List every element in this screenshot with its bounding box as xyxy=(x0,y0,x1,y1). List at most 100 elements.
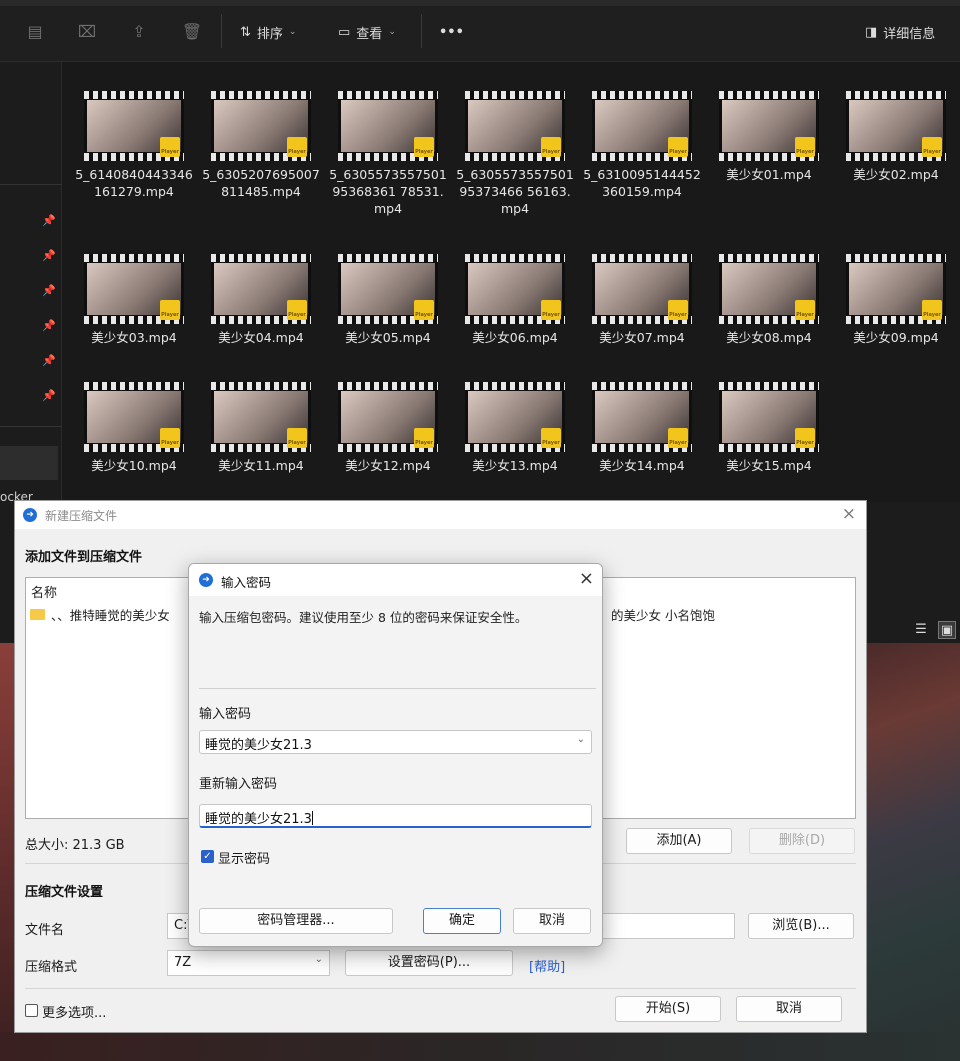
video-thumbnail[interactable]: Player xyxy=(338,382,438,452)
file-name[interactable]: 5_6310095144452360159.mp4 xyxy=(582,166,702,200)
video-thumbnail[interactable]: Player xyxy=(84,91,184,161)
close-icon[interactable]: × xyxy=(842,504,856,524)
app-logo-icon: ➜ xyxy=(23,508,37,522)
video-thumbnail[interactable]: Player xyxy=(846,254,946,324)
confirm-password-input[interactable]: 睡觉的美少女21.3 xyxy=(199,804,592,828)
ok-button[interactable]: 确定 xyxy=(423,908,501,934)
video-thumbnail[interactable]: Player xyxy=(592,382,692,452)
password-input[interactable]: 睡觉的美少女21.3 ⌄ xyxy=(199,730,592,754)
film-perforation xyxy=(592,91,692,99)
desktop-wallpaper-bottom xyxy=(0,1032,960,1061)
video-thumbnail[interactable]: Player xyxy=(592,254,692,324)
desktop-wallpaper xyxy=(860,643,960,1061)
rename-icon[interactable]: ⌧ xyxy=(76,21,98,43)
format-select[interactable]: 7Z ⌄ xyxy=(167,950,330,976)
more-options-label[interactable]: 更多选项... xyxy=(42,1002,106,1021)
password-description: 输入压缩包密码。建议使用至少 8 位的密码来保证安全性。 xyxy=(199,610,528,625)
video-thumbnail[interactable]: Player xyxy=(211,254,311,324)
player-badge-icon: Player xyxy=(414,300,434,320)
video-thumbnail[interactable]: Player xyxy=(84,254,184,324)
file-name[interactable]: 美少女11.mp4 xyxy=(201,457,321,474)
format-value: 7Z xyxy=(174,955,192,970)
paste-icon[interactable]: ▤ xyxy=(24,21,46,43)
video-thumbnail[interactable]: Player xyxy=(338,91,438,161)
add-button[interactable]: 添加(A) xyxy=(626,828,732,854)
more-options-checkbox[interactable] xyxy=(25,1004,38,1017)
chevron-down-icon[interactable]: ⌄ xyxy=(577,734,585,745)
list-item[interactable]: 、、推特睡觉的美少女 xyxy=(30,605,170,624)
video-thumbnail[interactable]: Player xyxy=(211,382,311,452)
cancel-button[interactable]: 取消 xyxy=(513,908,591,934)
file-name[interactable]: 美少女04.mp4 xyxy=(201,329,321,346)
pin-icon[interactable]: 📌 xyxy=(42,354,56,367)
file-name[interactable]: 美少女14.mp4 xyxy=(582,457,702,474)
pin-icon[interactable]: 📌 xyxy=(42,214,56,227)
video-thumbnail[interactable]: Player xyxy=(592,91,692,161)
more-button[interactable]: ••• xyxy=(439,18,464,46)
file-name[interactable]: 美少女13.mp4 xyxy=(455,457,575,474)
file-name[interactable]: 5_630557355750195373466 56163.mp4 xyxy=(455,166,575,217)
password-manager-button[interactable]: 密码管理器... xyxy=(199,908,393,934)
video-thumbnail[interactable]: Player xyxy=(465,382,565,452)
film-perforation xyxy=(719,91,819,99)
file-name[interactable]: 5_630557355750195368361 78531.mp4 xyxy=(328,166,448,217)
show-password-checkbox[interactable]: ✓ xyxy=(201,850,214,863)
file-name[interactable]: 美少女15.mp4 xyxy=(709,457,829,474)
file-name[interactable]: 美少女07.mp4 xyxy=(582,329,702,346)
file-name[interactable]: 美少女12.mp4 xyxy=(328,457,448,474)
close-icon[interactable]: × xyxy=(579,568,594,589)
pin-icon[interactable]: 📌 xyxy=(42,389,56,402)
video-thumbnail[interactable]: Player xyxy=(211,91,311,161)
desktop-wallpaper-left xyxy=(0,643,14,1061)
file-name[interactable]: 美少女02.mp4 xyxy=(836,166,956,183)
player-badge-icon: Player xyxy=(287,137,307,157)
sidebar-divider xyxy=(0,426,62,427)
film-perforation xyxy=(338,254,438,262)
file-name[interactable]: 美少女06.mp4 xyxy=(455,329,575,346)
pin-icon[interactable]: 📌 xyxy=(42,319,56,332)
video-thumbnail[interactable]: Player xyxy=(719,382,819,452)
video-thumbnail[interactable]: Player xyxy=(338,254,438,324)
video-thumbnail[interactable]: Player xyxy=(719,91,819,161)
file-name[interactable]: 美少女01.mp4 xyxy=(709,166,829,183)
film-perforation xyxy=(211,382,311,390)
details-button[interactable]: ◨ 详细信息 xyxy=(865,18,935,46)
file-name[interactable]: 5_6140840443346161279.mp4 xyxy=(74,166,194,200)
explorer-toolbar: ▤ ⌧ ⇪ 🗑 ⇅ 排序 ⌄ ▭ 查看 ⌄ ••• ◨ 详细信息 xyxy=(0,0,960,62)
set-password-button[interactable]: 设置密码(P)... xyxy=(345,950,513,976)
video-thumbnail[interactable]: Player xyxy=(465,254,565,324)
file-name[interactable]: 美少女10.mp4 xyxy=(74,457,194,474)
file-name[interactable]: 5_6305207695007811485.mp4 xyxy=(201,166,321,200)
show-password-label[interactable]: 显示密码 xyxy=(218,848,270,867)
video-thumbnail[interactable]: Player xyxy=(846,91,946,161)
delete-icon[interactable]: 🗑 xyxy=(181,21,203,43)
share-icon[interactable]: ⇪ xyxy=(128,21,150,43)
pin-icon[interactable]: 📌 xyxy=(42,249,56,262)
file-name[interactable]: 美少女08.mp4 xyxy=(709,329,829,346)
help-link[interactable]: [帮助] xyxy=(529,956,565,975)
sidebar-item-selected[interactable] xyxy=(0,446,58,480)
start-button[interactable]: 开始(S) xyxy=(615,996,721,1022)
view-mode-toggle: ☰ ▣ xyxy=(910,618,960,642)
file-name[interactable]: 美少女03.mp4 xyxy=(74,329,194,346)
video-thumbnail[interactable]: Player xyxy=(719,254,819,324)
details-view-icon[interactable]: ☰ xyxy=(912,621,930,639)
pin-icon[interactable]: 📌 xyxy=(42,284,56,297)
thumbnail-view-icon[interactable]: ▣ xyxy=(938,621,956,639)
text-caret xyxy=(311,811,313,825)
add-files-heading: 添加文件到压缩文件 xyxy=(25,550,143,565)
view-button[interactable]: ▭ 查看 ⌄ xyxy=(338,18,396,46)
video-thumbnail[interactable]: Player xyxy=(465,91,565,161)
browse-button[interactable]: 浏览(B)... xyxy=(748,913,854,939)
sort-button[interactable]: ⇅ 排序 ⌄ xyxy=(240,18,296,46)
delete-button[interactable]: 删除(D) xyxy=(749,828,855,854)
chevron-down-icon: ⌄ xyxy=(314,954,323,965)
video-thumbnail[interactable]: Player xyxy=(84,382,184,452)
name-column-header[interactable]: 名称 xyxy=(31,582,57,601)
cancel-button[interactable]: 取消 xyxy=(736,996,842,1022)
player-badge-icon: Player xyxy=(287,428,307,448)
password-label: 输入密码 xyxy=(199,707,252,722)
file-name[interactable]: 美少女09.mp4 xyxy=(836,329,956,346)
file-name[interactable]: 美少女05.mp4 xyxy=(328,329,448,346)
film-perforation xyxy=(211,254,311,262)
